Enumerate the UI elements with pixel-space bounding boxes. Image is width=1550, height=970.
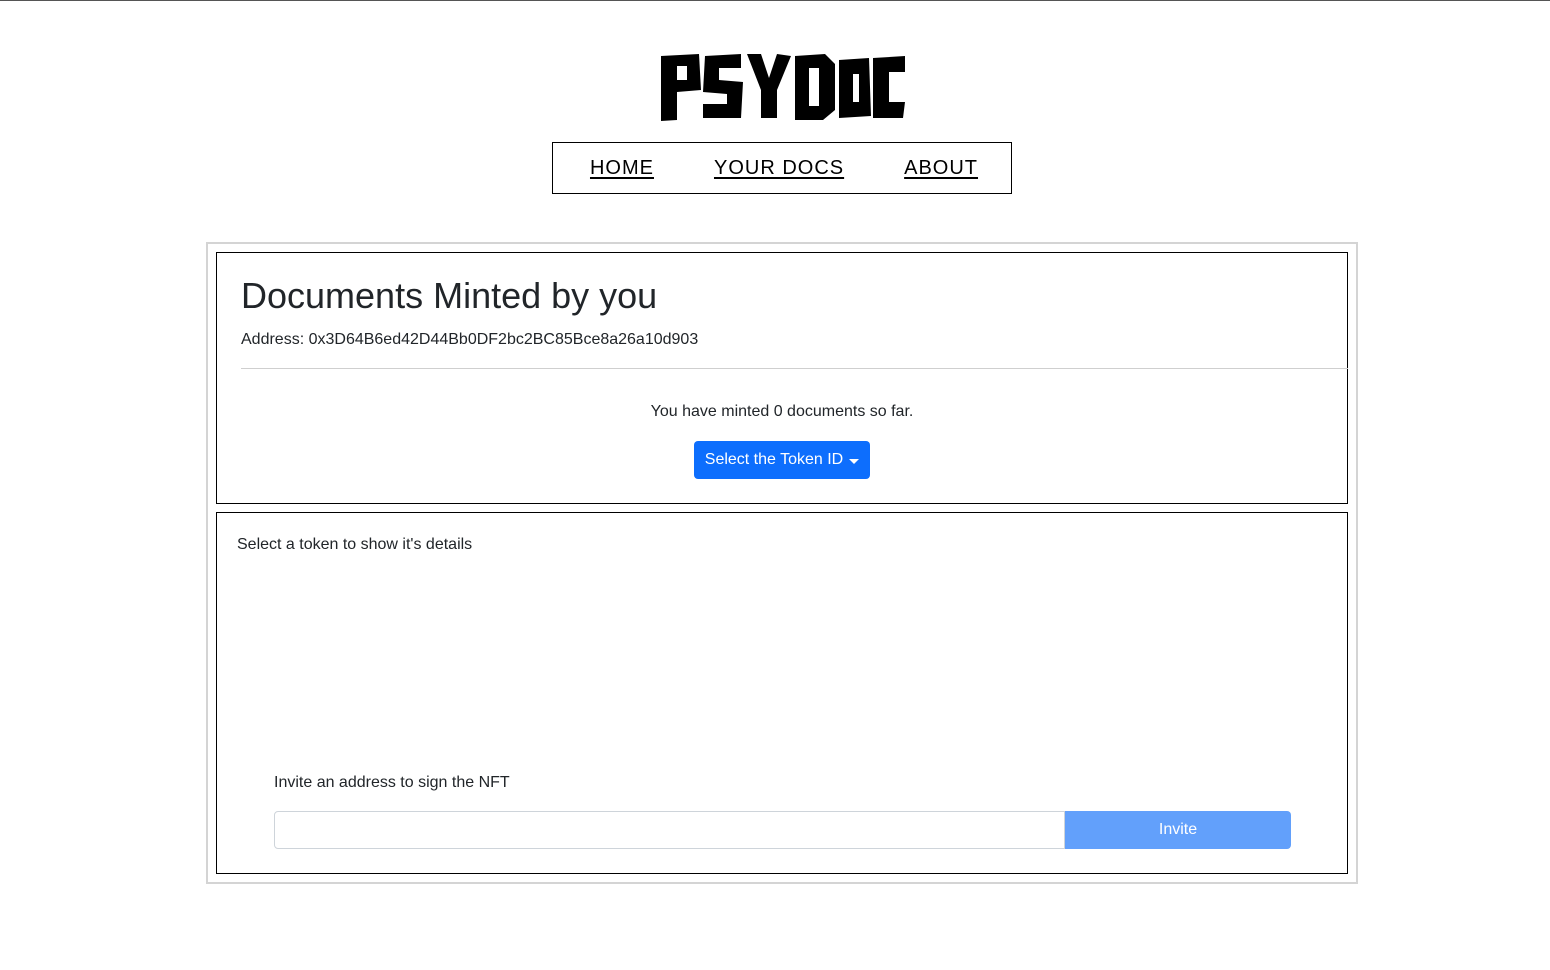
page-title: Documents Minted by you	[241, 275, 658, 316]
minted-documents-panel: Documents Minted by you Address: 0x3D64B…	[216, 252, 1348, 504]
invite-label: Invite an address to sign the NFT	[274, 774, 510, 791]
psydoc-logo	[661, 54, 905, 121]
nav-home-link[interactable]: HOME	[590, 157, 654, 180]
token-details-hint: Select a token to show it's details	[237, 536, 473, 553]
invite-address-input[interactable]	[274, 811, 1065, 849]
nav-about-link[interactable]: ABOUT	[904, 157, 978, 180]
main-nav: HOME YOUR DOCS ABOUT	[552, 142, 1012, 194]
wallet-address: Address: 0x3D64B6ed42D44Bb0DF2bc2BC85Bce…	[241, 331, 699, 348]
token-details-panel: Select a token to show it's details Invi…	[216, 512, 1348, 874]
minted-count-text: You have minted 0 documents so far.	[650, 403, 914, 420]
divider	[241, 368, 1348, 369]
select-token-dropdown-button[interactable]: Select the Token ID	[694, 441, 870, 479]
invite-button[interactable]: Invite	[1065, 811, 1291, 849]
caret-down-icon	[849, 458, 860, 464]
nav-your-docs-link[interactable]: YOUR DOCS	[714, 157, 844, 180]
select-token-label: Select the Token ID	[704, 451, 844, 468]
top-border-line	[0, 0, 1550, 1]
